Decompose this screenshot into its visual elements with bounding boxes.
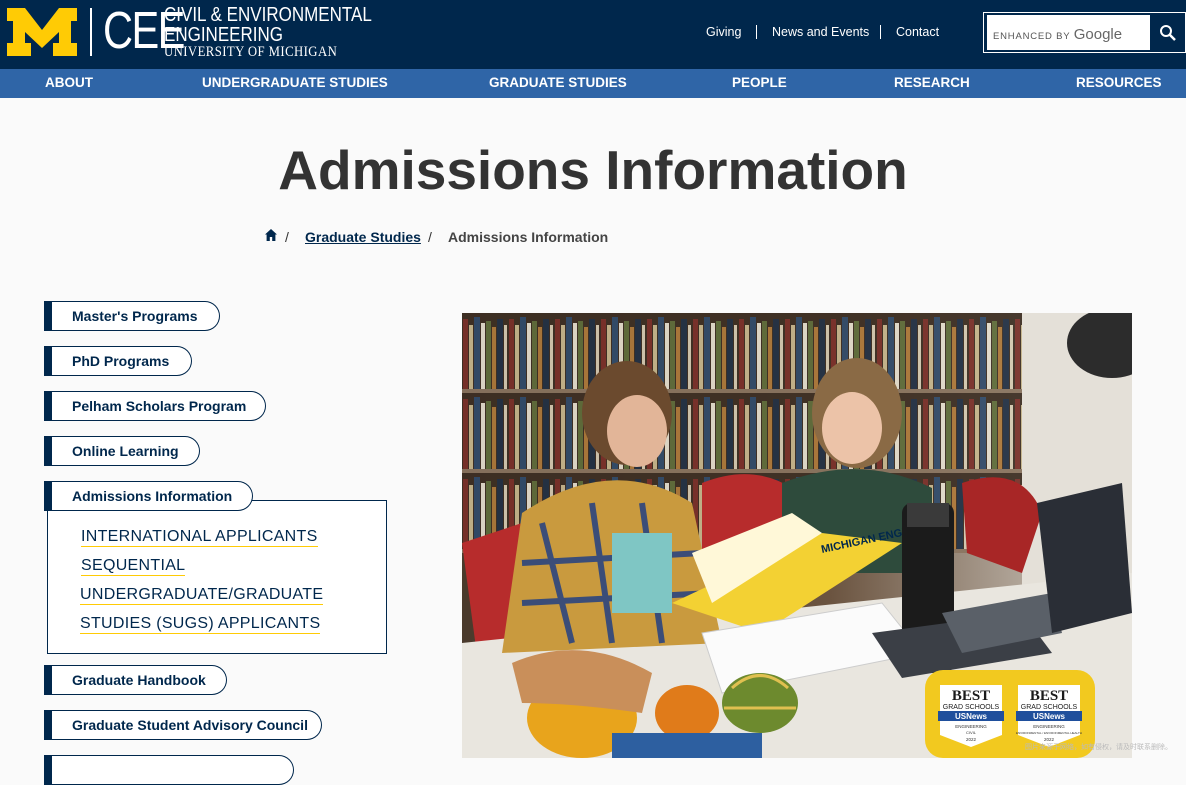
admissions-subpanel: INTERNATIONAL APPLICANTS SEQUENTIAL UNDE… xyxy=(47,500,387,654)
sidebar-item-more[interactable] xyxy=(44,755,294,785)
block-m-logo-icon[interactable] xyxy=(7,8,77,56)
svg-text:ENVIRONMENTAL / ENVIRONMENTAL: ENVIRONMENTAL / ENVIRONMENTAL HEALTH xyxy=(1016,731,1082,735)
students-studying-photo: MICHIGAN ENGINEER BEST GRAD SCHOOLS USNe… xyxy=(462,313,1132,758)
utility-separator xyxy=(880,25,881,39)
logo-line-2: ENGINEERING xyxy=(164,24,284,46)
home-icon[interactable] xyxy=(265,229,277,241)
sidebar-item-phd-programs[interactable]: PhD Programs xyxy=(44,346,192,376)
logo-wordmark[interactable]: CIVIL & ENVIRONMENTAL ENGINEERING UNIVER… xyxy=(164,5,372,60)
nav-graduate-studies[interactable]: GRADUATE STUDIES xyxy=(489,75,627,90)
breadcrumb-separator: / xyxy=(428,229,432,245)
logo-line-3: UNIVERSITY OF MICHIGAN xyxy=(164,44,338,60)
sugs-applicants-link-line3[interactable]: STUDIES (SUGS) APPLICANTS xyxy=(80,615,321,634)
nav-resources[interactable]: RESOURCES xyxy=(1076,75,1162,90)
page-title: Admissions Information xyxy=(278,139,908,201)
international-applicants-link[interactable]: INTERNATIONAL APPLICANTS xyxy=(81,528,318,547)
library-scene-illustration: MICHIGAN ENGINEER BEST GRAD SCHOOLS USNe… xyxy=(462,313,1132,758)
logo-divider xyxy=(90,8,92,56)
us-news-badge-environmental: BEST GRAD SCHOOLS USNews ENGINEERING ENV… xyxy=(1016,685,1082,747)
svg-text:GRAD SCHOOLS: GRAD SCHOOLS xyxy=(943,704,1000,711)
main-nav: ABOUT UNDERGRADUATE STUDIES GRADUATE STU… xyxy=(0,69,1186,98)
giving-link[interactable]: Giving xyxy=(706,25,741,39)
search-form: ENHANCED BY Google xyxy=(983,12,1186,53)
contact-link[interactable]: Contact xyxy=(896,25,939,39)
nav-people[interactable]: PEOPLE xyxy=(732,75,787,90)
search-icon[interactable] xyxy=(1154,19,1182,47)
sidebar-item-pelham-scholars[interactable]: Pelham Scholars Program xyxy=(44,391,266,421)
svg-text:GRAD SCHOOLS: GRAD SCHOOLS xyxy=(1021,704,1078,711)
breadcrumb-current: Admissions Information xyxy=(448,229,609,245)
sugs-applicants-link-line2[interactable]: UNDERGRADUATE/GRADUATE xyxy=(80,586,324,605)
svg-text:BEST: BEST xyxy=(952,688,990,704)
news-events-link[interactable]: News and Events xyxy=(772,25,869,39)
sidebar-item-graduate-handbook[interactable]: Graduate Handbook xyxy=(44,665,227,695)
nav-undergraduate-studies[interactable]: UNDERGRADUATE STUDIES xyxy=(202,75,388,90)
sidebar-item-admissions-information[interactable]: Admissions Information xyxy=(44,481,253,511)
logo-line-1: CIVIL & ENVIRONMENTAL xyxy=(164,4,372,26)
svg-text:ENGINEERING: ENGINEERING xyxy=(1033,724,1065,729)
svg-text:ENGINEERING: ENGINEERING xyxy=(955,724,987,729)
image-caption: 图片来源于网络，如有侵权，请及时联系删除。 xyxy=(1025,744,1172,751)
search-input[interactable]: ENHANCED BY Google xyxy=(987,15,1150,50)
breadcrumb-graduate-studies[interactable]: Graduate Studies xyxy=(305,229,421,245)
svg-text:BEST: BEST xyxy=(1030,688,1068,704)
top-header: CEE CIVIL & ENVIRONMENTAL ENGINEERING UN… xyxy=(0,0,1186,69)
svg-text:2022: 2022 xyxy=(966,737,977,742)
utility-separator xyxy=(756,25,757,39)
us-news-badge-civil: BEST GRAD SCHOOLS USNews ENGINEERING CIV… xyxy=(938,685,1004,747)
nav-research[interactable]: RESEARCH xyxy=(894,75,970,90)
nav-about[interactable]: ABOUT xyxy=(45,75,93,90)
svg-text:USNews: USNews xyxy=(1033,712,1066,721)
sidebar-item-online-learning[interactable]: Online Learning xyxy=(44,436,200,466)
svg-text:USNews: USNews xyxy=(955,712,988,721)
search-placeholder: ENHANCED BY Google xyxy=(993,26,1123,43)
sidebar-item-masters-programs[interactable]: Master's Programs xyxy=(44,301,220,331)
sugs-applicants-link-line1[interactable]: SEQUENTIAL xyxy=(81,557,186,576)
breadcrumb-separator: / xyxy=(285,229,289,245)
svg-text:CIVIL: CIVIL xyxy=(966,730,977,735)
sidebar-item-gsac[interactable]: Graduate Student Advisory Council xyxy=(44,710,322,740)
